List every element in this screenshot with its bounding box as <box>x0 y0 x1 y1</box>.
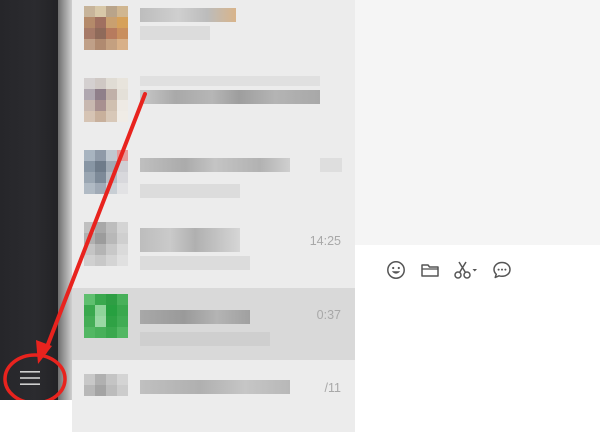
avatar <box>84 6 128 50</box>
timestamp: 14:25 <box>309 234 341 248</box>
input-toolbar <box>385 259 513 281</box>
message-preview <box>140 332 270 346</box>
contact-name <box>140 8 236 22</box>
contact-name <box>140 310 250 324</box>
screenshot-button[interactable] <box>453 259 479 281</box>
avatar <box>84 150 128 194</box>
chat-history-button[interactable] <box>491 259 513 281</box>
avatar <box>84 294 128 338</box>
avatar <box>84 366 128 406</box>
contact-name <box>140 76 320 86</box>
contact-name <box>140 158 290 172</box>
avatar <box>84 78 128 122</box>
timestamp-blur <box>320 158 342 172</box>
folder-icon <box>421 264 439 277</box>
chat-list-item[interactable] <box>72 0 355 72</box>
chat-list-item[interactable]: 14:25 <box>72 216 355 288</box>
avatar <box>84 222 128 266</box>
emoji-icon <box>387 261 405 279</box>
chat-list-item[interactable] <box>72 144 355 216</box>
chat-list-item-selected[interactable]: 0:37 <box>72 288 355 360</box>
scissors-icon <box>454 261 477 279</box>
rail-divider <box>58 0 72 400</box>
message-preview <box>140 256 250 270</box>
contact-name <box>140 380 290 394</box>
nav-rail <box>0 0 58 400</box>
timestamp: /11 <box>324 381 341 395</box>
menu-button[interactable] <box>10 358 50 398</box>
timestamp: 0:37 <box>316 308 341 322</box>
chat-list-item[interactable] <box>72 72 355 144</box>
chat-bubble-icon <box>493 261 511 279</box>
chat-message-area <box>355 0 600 245</box>
send-file-button[interactable] <box>419 259 441 281</box>
message-input-area[interactable] <box>355 245 600 400</box>
message-preview <box>140 26 210 40</box>
hamburger-menu-icon <box>20 371 40 385</box>
message-preview <box>140 90 320 104</box>
emoji-button[interactable] <box>385 259 407 281</box>
contact-name <box>140 228 240 252</box>
message-preview <box>140 184 240 198</box>
chat-list: 14:25 0:37 /11 <box>72 0 355 432</box>
chat-list-item[interactable]: /11 <box>72 360 355 432</box>
